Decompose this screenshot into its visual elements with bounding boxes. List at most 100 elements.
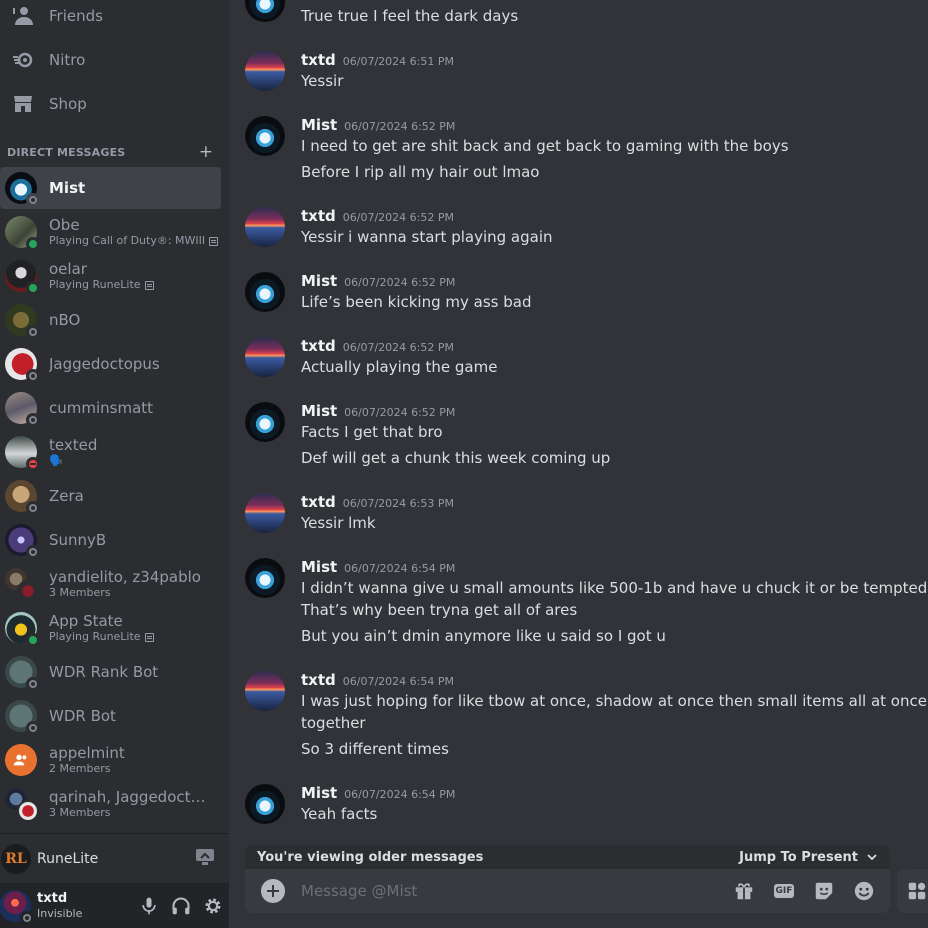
- dm-activity: Playing Call of Duty®: MWIII: [49, 234, 219, 248]
- message-text: Yeah facts: [301, 805, 378, 823]
- message-timestamp: 06/07/2024 6:53 PM: [342, 497, 454, 510]
- dm-item-app-state[interactable]: App State Playing RuneLite: [0, 607, 221, 649]
- dm-member-count: 3 Members: [49, 586, 111, 599]
- activity-panel[interactable]: RL RuneLite: [0, 833, 229, 883]
- avatar[interactable]: [245, 558, 285, 598]
- status-indicator: [20, 910, 34, 925]
- create-dm-icon[interactable]: +: [199, 144, 213, 161]
- message-author[interactable]: txtd: [301, 337, 336, 355]
- dm-header: DIRECT MESSAGES +: [7, 144, 213, 161]
- avatar: [5, 304, 40, 339]
- dm-item-sunnyb[interactable]: SunnyB: [0, 519, 221, 561]
- avatar[interactable]: [245, 337, 285, 377]
- microphone-icon[interactable]: [133, 890, 165, 922]
- message-timestamp: 06/07/2024 6:51 PM: [342, 55, 454, 68]
- dm-item-nbo[interactable]: nBO: [0, 299, 221, 341]
- message-author[interactable]: txtd: [301, 493, 336, 511]
- avatar[interactable]: [245, 51, 285, 91]
- headphones-icon[interactable]: [165, 890, 197, 922]
- screen-share-icon[interactable]: [195, 848, 215, 870]
- message-author[interactable]: Mist: [301, 116, 337, 134]
- message-author[interactable]: Mist: [301, 784, 337, 802]
- nav-nitro[interactable]: Nitro: [8, 40, 221, 80]
- avatar: [5, 392, 40, 427]
- nav-shop[interactable]: Shop: [8, 84, 221, 124]
- older-messages-text: You're viewing older messages: [257, 849, 484, 865]
- message-author[interactable]: Mist: [301, 272, 337, 290]
- avatar[interactable]: [245, 671, 285, 711]
- jump-to-present-button[interactable]: Jump To Present: [739, 850, 878, 865]
- message-timestamp: 06/07/2024 6:54 PM: [342, 675, 454, 688]
- message-author[interactable]: txtd: [301, 671, 336, 689]
- dm-item-group-appelmint[interactable]: appelmint 2 Members: [0, 739, 221, 781]
- avatar: [5, 172, 40, 207]
- dm-item-group-qarinah[interactable]: qarinah, Jaggedoctop... 3 Members: [0, 783, 221, 825]
- gift-icon[interactable]: [732, 879, 756, 903]
- avatar[interactable]: [245, 116, 285, 156]
- message-text: together: [301, 714, 366, 732]
- activity-name: RuneLite: [37, 850, 99, 867]
- avatar: [5, 656, 40, 691]
- avatar: [5, 524, 40, 559]
- message-text: Yessir lmk: [301, 514, 376, 532]
- dm-item-oelar[interactable]: oelar Playing RuneLite: [0, 255, 221, 297]
- jump-to-present-label: Jump To Present: [739, 849, 858, 865]
- avatar[interactable]: [245, 207, 285, 247]
- add-attachment-button[interactable]: [261, 879, 285, 903]
- message-text: I didn’t wanna give u small amounts like…: [301, 579, 928, 597]
- sticker-icon[interactable]: [812, 879, 836, 903]
- older-messages-banner: You're viewing older messages Jump To Pr…: [245, 845, 890, 869]
- settings-gear-icon[interactable]: [197, 890, 229, 922]
- message-timestamp: 06/07/2024 6:52 PM: [344, 406, 456, 419]
- emoji-icon[interactable]: [852, 879, 876, 903]
- shop-icon: [10, 92, 36, 116]
- avatar[interactable]: [245, 493, 285, 533]
- dm-activity: Playing RuneLite: [49, 630, 154, 644]
- rich-presence-icon: [209, 236, 219, 246]
- nav-shop-label: Shop: [49, 95, 87, 113]
- dm-item-cumminsmatt[interactable]: cumminsmatt: [0, 387, 221, 429]
- user-name: txtd: [37, 891, 68, 906]
- message-author[interactable]: Mist: [301, 402, 337, 420]
- message-author[interactable]: Mist: [301, 558, 337, 576]
- message-input[interactable]: [301, 882, 732, 900]
- avatar[interactable]: [245, 784, 285, 824]
- avatar[interactable]: [245, 402, 285, 442]
- group-avatar: [5, 788, 39, 822]
- dm-item-obe[interactable]: Obe Playing Call of Duty®: MWIII: [0, 211, 221, 253]
- message-timestamp: 06/07/2024 6:52 PM: [342, 211, 454, 224]
- apps-button[interactable]: [897, 869, 928, 913]
- dm-name: yandielito, z34pablo: [49, 568, 201, 586]
- message-author[interactable]: txtd: [301, 51, 336, 69]
- avatar: [5, 700, 40, 735]
- message-text: That’s why been tryna get all of ares: [301, 601, 578, 619]
- avatar: [5, 216, 40, 251]
- message-text: Before I rip all my hair out lmao: [301, 163, 540, 181]
- dm-item-wdr-bot[interactable]: WDR Bot: [0, 695, 221, 737]
- dm-activity: Playing RuneLite: [49, 278, 154, 292]
- gif-icon[interactable]: GIF: [772, 879, 796, 903]
- dm-member-count: 2 Members: [49, 762, 111, 775]
- nav-friends-label: Friends: [49, 7, 103, 25]
- avatar: [5, 436, 40, 471]
- dm-item-wdr-rank-bot[interactable]: WDR Rank Bot: [0, 651, 221, 693]
- dm-item-zera[interactable]: Zera: [0, 475, 221, 517]
- dm-item-texted[interactable]: texted 🗣️: [0, 431, 221, 473]
- status-indicator: [26, 677, 40, 691]
- message-author[interactable]: txtd: [301, 207, 336, 225]
- nav-friends[interactable]: Friends: [8, 0, 221, 36]
- dm-name: SunnyB: [49, 531, 107, 549]
- avatar: [5, 260, 40, 295]
- avatar: [5, 612, 40, 647]
- dm-name: Zera: [49, 487, 84, 505]
- dm-item-jaggedoctopus[interactable]: Jaggedoctopus: [0, 343, 221, 385]
- status-indicator: [26, 325, 40, 339]
- status-indicator: [26, 721, 40, 735]
- dm-name: nBO: [49, 311, 81, 329]
- dm-item-group-yandielito[interactable]: yandielito, z34pablo 3 Members: [0, 563, 221, 605]
- dm-name: Mist: [49, 179, 86, 197]
- dm-item-mist[interactable]: Mist: [0, 167, 221, 209]
- avatar[interactable]: [245, 272, 285, 312]
- user-info[interactable]: txtd Invisible: [37, 891, 133, 920]
- user-avatar[interactable]: [0, 889, 34, 925]
